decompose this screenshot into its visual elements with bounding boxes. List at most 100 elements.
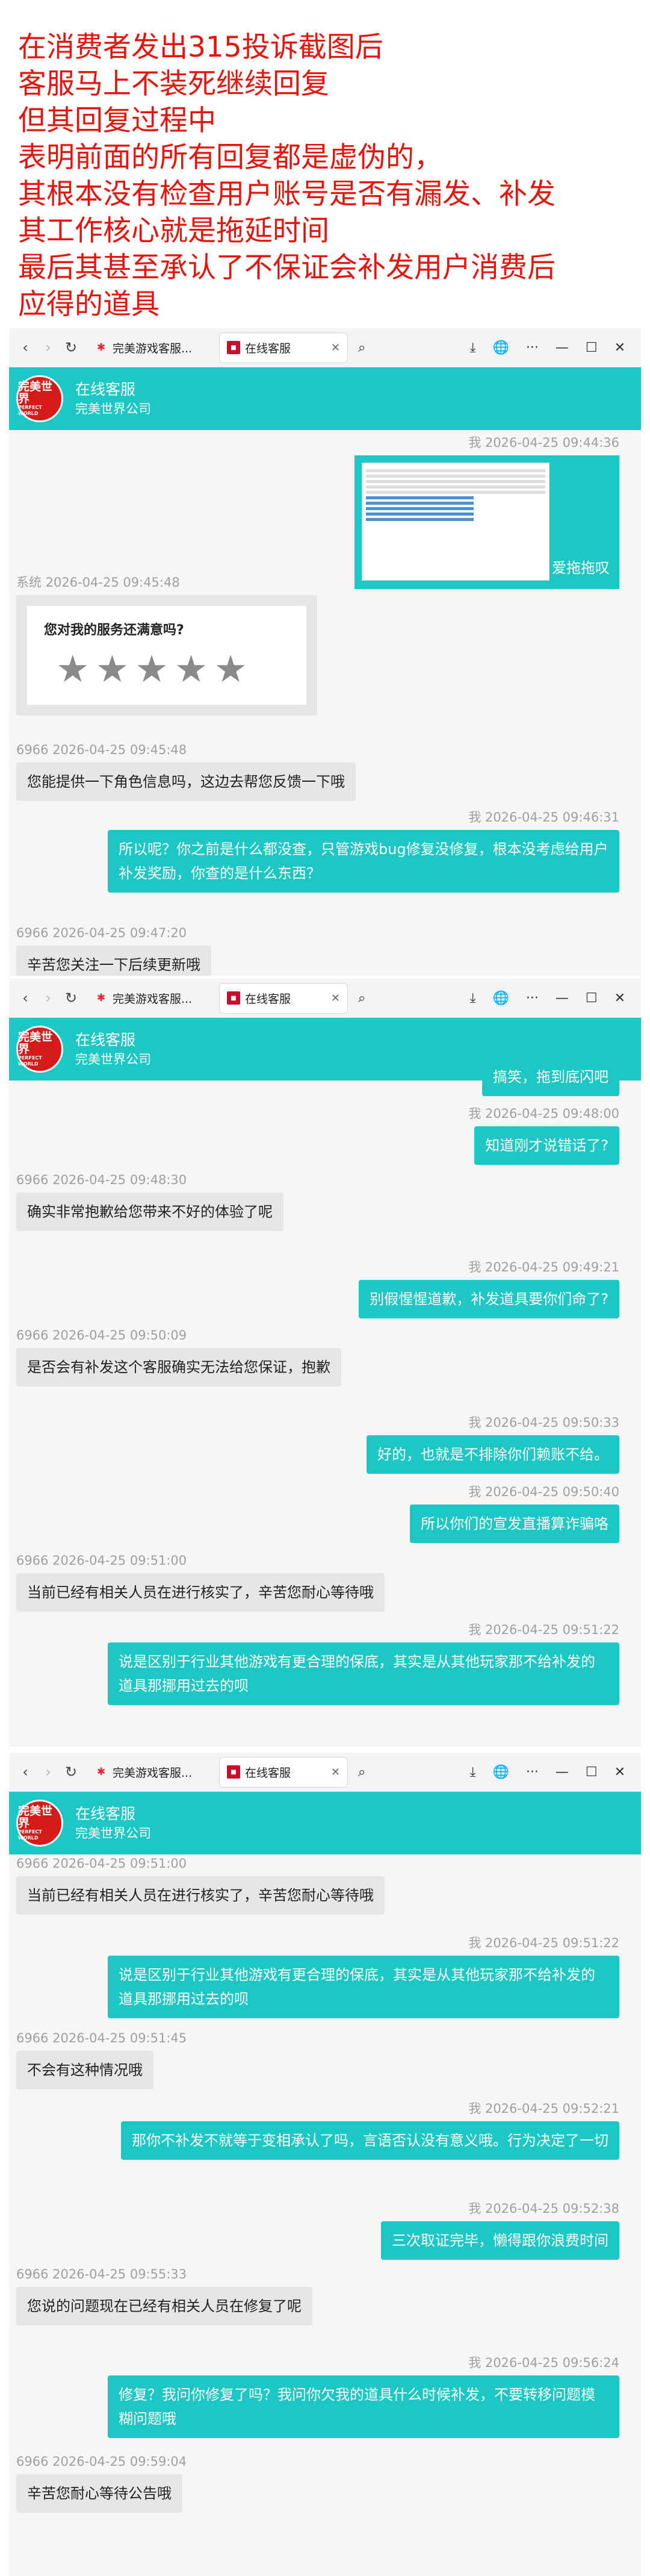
sent-message: 我 2026-04-25 09:44:36 爱拖拖叹: [9, 434, 641, 591]
tab-label: 在线客服: [245, 1766, 291, 1780]
message-meta: 我 2026-04-25 09:48:00: [468, 1106, 619, 1121]
chat-subtitle: 完美世界公司: [75, 402, 151, 416]
sent-message: 我 2026-04-25 09:48:00 知道刚才说错话了?: [9, 1105, 641, 1165]
message-bubble: 确实非常抱歉给您带来不好的体验了呢: [16, 1193, 283, 1231]
screenshot-thumbnail[interactable]: [362, 463, 549, 581]
message-meta: 我 2026-04-25 09:49:21: [468, 1260, 619, 1274]
screenshot-2: ‹ › ↻ ✱ 完美游戏客服... ■ 在线客服 ✕ ⌕ ⤓ 🌐 ··· — ☐…: [9, 979, 641, 1747]
message-bubble: 三次取证完毕，懒得跟你浪费时间: [381, 2221, 619, 2260]
received-message: 6966 2026-04-25 09:45:48 您能提供一下角色信息吗，这边去帮…: [9, 741, 641, 801]
search-icon[interactable]: ⌕: [358, 1765, 365, 1780]
screenshot-1: ‹ › ↻ ✱ 完美游戏客服... ■ 在线客服 ✕ ⌕ ⤓ 🌐 ··· — ☐…: [9, 328, 641, 976]
download-icon[interactable]: ⤓: [470, 1765, 476, 1780]
message-bubble: 您能提供一下角色信息吗，这边去帮您反馈一下哦: [16, 763, 356, 801]
message-meta: 我 2026-04-25 09:51:22: [468, 1623, 619, 1637]
received-message: 系统 2026-04-25 09:45:48 您对我的服务还满意吗? ★ ★ ★ ★ ★: [9, 573, 641, 716]
message-bubble: 不会有这种情况哦: [16, 2051, 153, 2089]
sent-message: 我 2026-04-25 09:50:33 好的，也就是不排除你们赖账不给。: [9, 1414, 641, 1474]
back-icon[interactable]: ‹: [14, 339, 37, 356]
download-icon[interactable]: ⤓: [470, 991, 476, 1006]
star-logo-icon: ✱: [96, 992, 106, 1004]
caption-line: 在消费者发出315投诉截图后: [18, 31, 383, 64]
message-meta: 6966 2026-04-25 09:48:30: [16, 1173, 187, 1187]
close-tab-icon[interactable]: ✕: [331, 992, 340, 1005]
message-bubble: 所以呢？你之前是什么都没查，只管游戏bug修复没修复，根本没考虑给用户补发奖励，…: [108, 830, 619, 893]
tab-perfect-game-support[interactable]: ✱ 完美游戏客服...: [87, 333, 215, 363]
message-meta: 6966 2026-04-25 09:45:48: [16, 743, 187, 757]
close-window-icon[interactable]: ✕: [614, 340, 625, 355]
close-window-icon[interactable]: ✕: [614, 991, 625, 1006]
tab-perfect-game-support[interactable]: ✱ 完美游戏客服...: [87, 1757, 215, 1787]
tab-online-support[interactable]: ■ 在线客服 ✕: [220, 983, 347, 1013]
support-logo-icon: ■: [227, 1765, 240, 1779]
more-icon[interactable]: ···: [526, 991, 539, 1006]
message-meta: 系统 2026-04-25 09:45:48: [16, 575, 180, 590]
message-meta: 我 2026-04-25 09:52:38: [468, 2201, 619, 2216]
message-bubble: 当前已经有相关人员在进行核实了，辛苦您耐心等待哦: [16, 1876, 385, 1915]
search-icon[interactable]: ⌕: [358, 340, 365, 355]
star-icon[interactable]: ★: [56, 650, 90, 688]
sent-message: 我 2026-04-25 09:56:24 修复？我问你修复了吗？我问你欠我的道具…: [9, 2354, 641, 2438]
minimize-icon[interactable]: —: [556, 340, 569, 355]
close-tab-icon[interactable]: ✕: [331, 341, 340, 354]
more-icon[interactable]: ···: [526, 1765, 539, 1780]
forward-icon[interactable]: ›: [37, 1764, 60, 1780]
back-icon[interactable]: ‹: [14, 990, 37, 1006]
caption-line: 但其回复过程中: [18, 104, 216, 137]
maximize-icon[interactable]: ☐: [586, 1765, 598, 1780]
message-bubble: 说是区别于行业其他游戏有更合理的保底，其实是从其他玩家那不给补发的道具那挪用过去…: [108, 1642, 619, 1705]
star-icon[interactable]: ★: [175, 650, 208, 688]
message-meta: 我 2026-04-25 09:50:33: [468, 1415, 619, 1430]
message-bubble: 别假惺惺道歉，补发道具要你们命了?: [359, 1280, 619, 1318]
tab-label: 完美游戏客服...: [113, 341, 193, 355]
chat-title: 在线客服: [75, 1031, 136, 1049]
sent-message: 我 2026-04-25 09:51:22 说是区别于行业其他游戏有更合理的保底，…: [9, 1934, 641, 2018]
received-message: 6966 2026-04-25 09:55:33 您说的问题现在已经有相关人员在修…: [9, 2265, 641, 2325]
support-logo-icon: ■: [227, 341, 240, 354]
message-meta: 6966 2026-04-25 09:51:00: [16, 1856, 187, 1871]
star-icon[interactable]: ★: [135, 650, 169, 688]
minimize-icon[interactable]: —: [556, 991, 569, 1006]
sent-message: 我 2026-04-25 09:50:40 所以你们的宣发直播算诈骗咯: [9, 1483, 641, 1543]
star-logo-icon: ✱: [96, 1766, 106, 1778]
close-tab-icon[interactable]: ✕: [331, 1766, 340, 1779]
reload-icon[interactable]: ↻: [60, 339, 82, 356]
sent-message: 我 2026-04-25 09:52:21 那你不补发不就等于变相承认了吗，言语否…: [9, 2100, 641, 2160]
message-bubble: 您说的问题现在已经有相关人员在修复了呢: [16, 2287, 312, 2325]
message-meta: 我 2026-04-25 09:56:24: [468, 2356, 619, 2370]
image-message[interactable]: 爱拖拖叹: [354, 455, 619, 589]
maximize-icon[interactable]: ☐: [586, 991, 598, 1006]
tab-online-support[interactable]: ■ 在线客服 ✕: [220, 332, 347, 363]
globe-icon[interactable]: 🌐: [492, 991, 509, 1006]
star-rating[interactable]: ★ ★ ★ ★ ★: [44, 650, 289, 688]
globe-icon[interactable]: 🌐: [492, 340, 509, 355]
reload-icon[interactable]: ↻: [60, 990, 82, 1006]
logo-subtext: PERFECT WORLD: [18, 405, 42, 416]
message-meta: 我 2026-04-25 09:51:22: [468, 1936, 619, 1950]
more-icon[interactable]: ···: [526, 340, 539, 355]
close-window-icon[interactable]: ✕: [614, 1765, 625, 1780]
forward-icon[interactable]: ›: [37, 990, 60, 1006]
caption-line: 表明前面的所有回复都是虚伪的，: [18, 141, 442, 174]
received-message: 6966 2026-04-25 09:48:30 确实非常抱歉给您带来不好的体验了…: [9, 1171, 641, 1231]
message-bubble: 知道刚才说错话了?: [474, 1126, 619, 1165]
tab-perfect-game-support[interactable]: ✱ 完美游戏客服...: [87, 984, 215, 1013]
tab-online-support[interactable]: ■ 在线客服 ✕: [220, 1757, 347, 1787]
caption-line: 最后其甚至承认了不保证会补发用户消费后: [18, 251, 556, 284]
tab-label: 在线客服: [245, 341, 291, 355]
maximize-icon[interactable]: ☐: [586, 340, 598, 355]
globe-icon[interactable]: 🌐: [492, 1765, 509, 1780]
message-meta: 我 2026-04-25 09:46:31: [468, 810, 619, 825]
forward-icon[interactable]: ›: [37, 339, 60, 356]
sent-message: 我 2026-04-25 09:49:21 别假惺惺道歉，补发道具要你们命了?: [9, 1258, 641, 1318]
reload-icon[interactable]: ↻: [60, 1764, 82, 1780]
star-icon[interactable]: ★: [214, 650, 247, 688]
sent-message: 搞笑，拖到底闪吧: [9, 1058, 641, 1096]
support-logo-icon: ■: [227, 991, 240, 1005]
search-icon[interactable]: ⌕: [358, 991, 365, 1006]
star-icon[interactable]: ★: [96, 650, 129, 688]
back-icon[interactable]: ‹: [14, 1764, 37, 1780]
chat-header: 完美世界 PERFECT WORLD 在线客服 完美世界公司: [9, 367, 641, 430]
minimize-icon[interactable]: —: [556, 1765, 569, 1780]
download-icon[interactable]: ⤓: [470, 340, 476, 355]
